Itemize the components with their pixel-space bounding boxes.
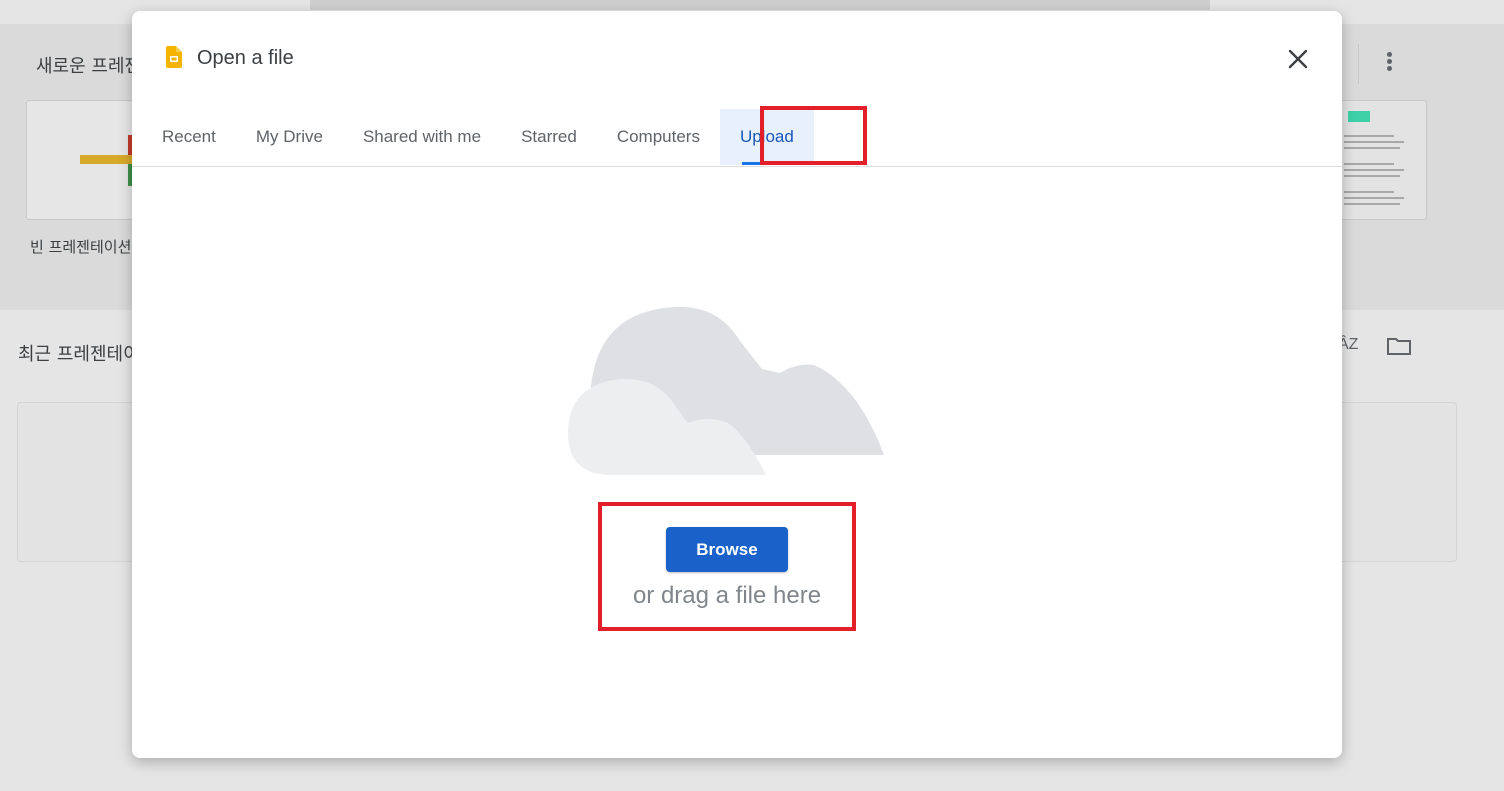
cloud-icon (568, 306, 884, 475)
tabs-divider (132, 166, 1342, 167)
upload-drop-zone[interactable]: Browse or drag a file here (598, 502, 856, 631)
blank-presentation-label: 빈 프레젠테이션 (30, 238, 132, 256)
template-card[interactable] (1335, 100, 1427, 220)
header-divider (1358, 44, 1359, 84)
open-file-dialog: Open a file Recent My Drive Shared with … (132, 11, 1342, 758)
tab-recent[interactable]: Recent (142, 109, 236, 165)
tab-computers[interactable]: Computers (597, 109, 720, 165)
tab-bar: Recent My Drive Shared with me Starred C… (142, 109, 814, 165)
new-presentation-title: 새로운 프레젠 (36, 56, 142, 77)
background-top-strip (310, 0, 1210, 10)
close-icon[interactable] (1282, 43, 1314, 75)
browse-button[interactable]: Browse (666, 527, 788, 572)
tab-starred[interactable]: Starred (501, 109, 597, 165)
recent-presentations-title: 최근 프레젠테이 (18, 344, 140, 365)
tab-shared-with-me[interactable]: Shared with me (343, 109, 501, 165)
dialog-header: Open a file (132, 11, 1342, 107)
dialog-title: Open a file (197, 47, 294, 69)
tab-upload[interactable]: Upload (719, 109, 814, 165)
folder-icon[interactable] (1386, 336, 1412, 356)
more-vert-icon[interactable] (1377, 50, 1401, 78)
drag-hint-text: or drag a file here (632, 582, 822, 609)
tab-my-drive[interactable]: My Drive (236, 109, 343, 165)
slides-icon (166, 46, 182, 68)
